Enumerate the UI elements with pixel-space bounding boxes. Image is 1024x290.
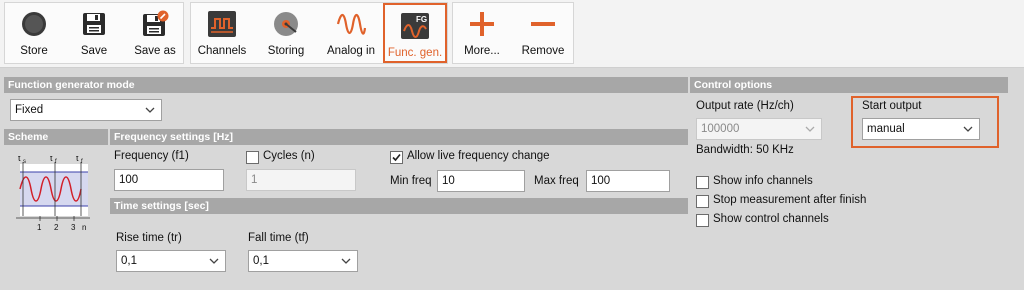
svg-text:2: 2 [54,223,59,232]
max-freq-input[interactable]: 100 [586,170,670,192]
floppy-icon [83,13,105,35]
fg-mode-header: Function generator mode [4,77,688,93]
scheme-diagram: t s t f t f 1 2 3 n [16,156,90,232]
channels-button[interactable]: Channels [193,3,251,63]
stop-after-finish-checkbox[interactable] [696,195,709,208]
start-output-select[interactable]: manual [862,118,980,140]
start-output-label: Start output [862,100,922,112]
toolbar: Store Save Save as Channels Storing Anal… [0,0,1024,68]
storing-label: Storing [267,45,305,57]
min-freq-input[interactable]: 10 [437,170,525,192]
fg-mode-value: Fixed [15,104,44,116]
remove-label: Remove [521,45,565,57]
show-control-channels-checkbox[interactable] [696,214,709,227]
chevron-down-icon [963,126,973,132]
control-options-header: Control options [690,77,1008,93]
save-label: Save [80,45,108,57]
save-button[interactable]: Save [67,3,121,63]
rise-time-select[interactable]: 0,1 [116,250,226,272]
disk-icon [274,12,298,36]
minus-icon [531,22,555,26]
more-button[interactable]: More... [455,3,509,63]
setup-group: Channels Storing Analog in FG Func. gen. [190,2,448,64]
scheme-header: Scheme [4,129,108,145]
time-header: Time settings [sec] [110,198,688,214]
rise-time-label: Rise time (tr) [116,232,182,244]
chevron-down-icon [209,258,219,264]
settings-panel: Function generator mode Fixed Scheme t s… [0,70,1024,290]
stop-after-finish-label: Stop measurement after finish [713,194,867,206]
file-group: Store Save Save as [4,2,184,64]
store-label: Store [20,45,48,57]
sine-wave-icon [336,13,366,35]
channels-icon [208,11,236,37]
more-label: More... [464,45,500,57]
output-rate-select[interactable]: 100000 [696,118,822,140]
analog-in-label: Analog in [327,45,375,57]
svg-text:FG: FG [416,15,427,24]
fall-time-label: Fall time (tf) [248,232,309,244]
record-icon [22,12,46,36]
manage-group: More... Remove [452,2,574,64]
frequency-label: Frequency (f1) [114,150,189,162]
fg-mode-select[interactable]: Fixed [10,99,162,121]
bandwidth-text: Bandwidth: 50 KHz [696,144,794,156]
svg-text:t: t [76,156,79,163]
remove-button[interactable]: Remove [515,3,571,63]
cycles-checkbox[interactable] [246,151,259,164]
show-info-channels-checkbox[interactable] [696,176,709,189]
func-gen-button[interactable]: FG Func. gen. [383,3,447,63]
storing-button[interactable]: Storing [257,3,315,63]
svg-text:3: 3 [71,223,76,232]
analog-in-button[interactable]: Analog in [321,3,381,63]
fall-time-select[interactable]: 0,1 [248,250,358,272]
frequency-header: Frequency settings [Hz] [110,129,688,145]
function-generator-icon: FG [401,13,429,39]
max-freq-label: Max freq [534,175,579,187]
live-frequency-checkbox[interactable] [390,151,403,164]
chevron-down-icon [805,126,815,132]
cycles-label: Cycles (n) [263,150,315,162]
show-info-channels-label: Show info channels [713,175,813,187]
chevron-down-icon [145,107,155,113]
channels-label: Channels [197,45,247,57]
show-control-channels-label: Show control channels [713,213,829,225]
checkmark-icon [392,153,401,162]
svg-text:s: s [23,159,26,165]
svg-text:t: t [18,156,21,163]
func-gen-label: Func. gen. [387,47,443,59]
live-frequency-label: Allow live frequency change [407,150,550,162]
svg-text:n: n [82,223,86,232]
svg-text:t: t [50,156,53,163]
save-as-label: Save as [134,45,176,57]
chevron-down-icon [341,258,351,264]
svg-text:1: 1 [37,223,42,232]
frequency-input[interactable]: 100 [114,169,224,191]
output-rate-label: Output rate (Hz/ch) [696,100,794,112]
plus-icon [470,12,494,36]
min-freq-label: Min freq [390,175,432,187]
save-as-button[interactable]: Save as [127,3,183,63]
cycles-input[interactable]: 1 [246,169,356,191]
floppy-edit-icon [143,10,169,36]
store-button[interactable]: Store [7,3,61,63]
